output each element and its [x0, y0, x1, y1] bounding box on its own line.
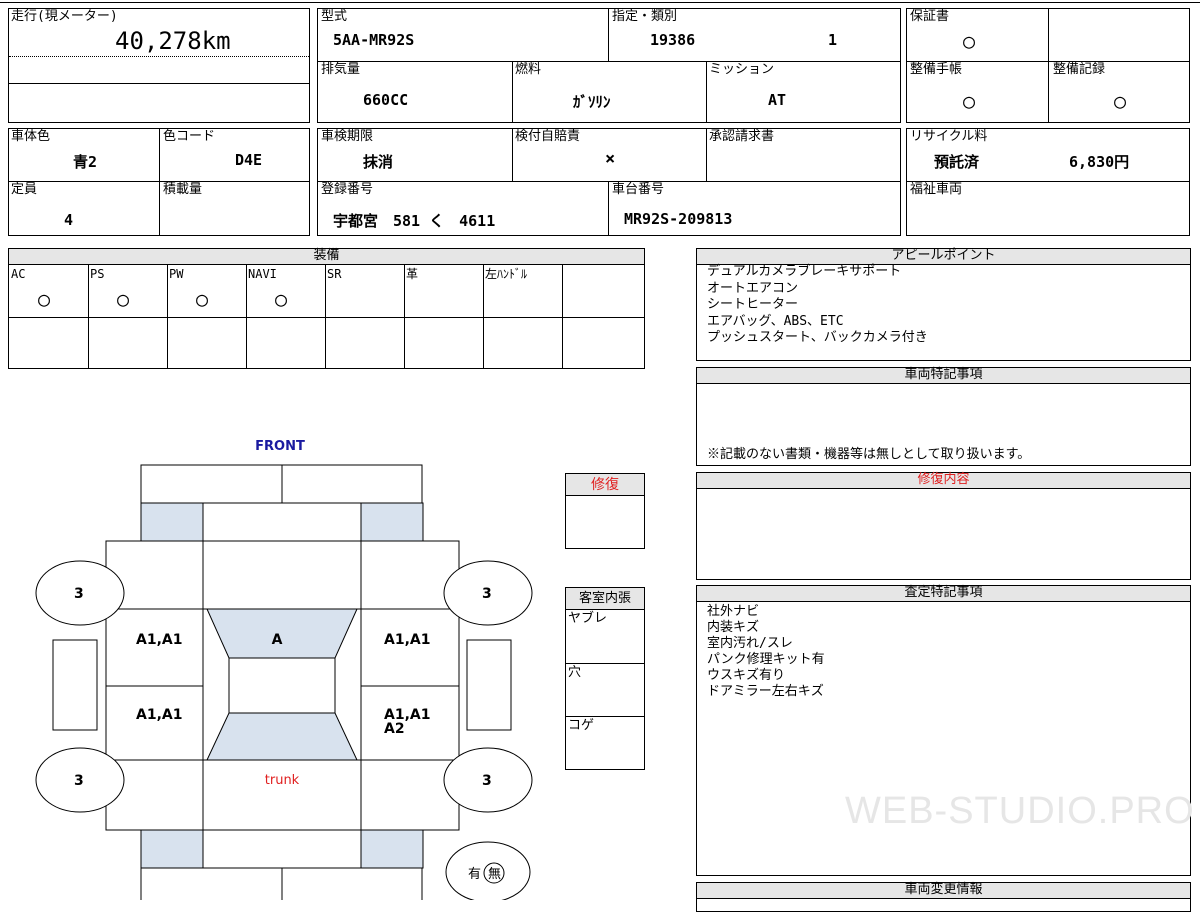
appeal-title: アピールポイント — [697, 249, 1190, 265]
chassis-value: MR92S-209813 — [624, 210, 733, 228]
change-info-title: 車両変更情報 — [697, 883, 1190, 899]
front-left-corner — [140, 502, 204, 542]
rear-right-door-grade-2: A2 — [384, 721, 405, 737]
maintenance-book-value: ○ — [963, 89, 976, 113]
transmission-label: ミッション — [709, 62, 775, 77]
car-diagram: FRONT 3 3 3 3 A1,A1 A A1,A1 A1,A1 A1,A1 … — [35, 439, 533, 900]
trunk-bottom — [202, 829, 362, 869]
interior-tear: ヤブレ — [568, 611, 608, 626]
spare-yes: 有 — [468, 867, 481, 882]
interior-burn: コゲ — [568, 718, 595, 733]
vehicle-notes-title: 車両特記事項 — [697, 368, 1190, 384]
front-label: FRONT — [255, 439, 305, 454]
tire-front-left-grade: 3 — [74, 586, 84, 602]
interior-title: 客室内張 — [566, 588, 644, 610]
warranty-value: ○ — [963, 29, 976, 53]
recycle-amount: 6,830円 — [1069, 153, 1130, 171]
repair-title: 修復 — [566, 474, 644, 496]
rear-right-corner — [360, 829, 424, 869]
roof — [228, 657, 336, 714]
hood-top — [202, 502, 362, 542]
recycle-status: 預託済 — [934, 153, 980, 171]
trunk-label: trunk — [265, 773, 300, 788]
vehicle-notes-panel: 車両特記事項 ※記載のない書類・機器等は無しとして取り扱います。 — [696, 367, 1191, 466]
right-mirror — [466, 639, 512, 731]
vehicle-notes-footer: ※記載のない書類・機器等は無しとして取り扱います。 — [707, 447, 1031, 462]
tire-front-right-grade: 3 — [482, 586, 492, 602]
insurance-value: × — [605, 149, 616, 169]
interior-box: 客室内張 ヤブレ 穴 コゲ — [565, 587, 645, 770]
repair-box: 修復 — [565, 473, 645, 549]
front-right-corner — [360, 502, 424, 542]
assessment-text: 社外ナビ 内装キズ 室内汚れ/スレ パンク修理キット有 ウスキズ有り ドアミラー… — [707, 604, 825, 699]
recycle-block: リサイクル料 預託済 6,830円 福祉車両 — [906, 128, 1190, 236]
maintenance-book-label: 整備手帳 — [910, 62, 963, 77]
appeal-text: デュアルカメラブレーキサポート オートエアコン シートヒーター エアバッグ、AB… — [707, 264, 928, 345]
change-info-panel: 車両変更情報 — [696, 882, 1191, 912]
left-mirror — [52, 639, 98, 731]
repair-details-panel: 修復内容 — [696, 472, 1191, 580]
repair-details-title: 修復内容 — [697, 473, 1190, 489]
designation-value: 19386 — [650, 31, 696, 49]
rear-window — [206, 712, 358, 761]
tire-rear-right-grade: 3 — [482, 773, 492, 789]
spare-no: 無 — [488, 867, 501, 882]
warranty-label: 保証書 — [910, 9, 950, 24]
rear-left-door-grade: A1,A1 — [136, 707, 182, 723]
maintenance-record-value: ○ — [1114, 89, 1127, 113]
appeal-panel: アピールポイント デュアルカメラブレーキサポート オートエアコン シートヒーター… — [696, 248, 1191, 361]
assessment-title: 査定特記事項 — [697, 586, 1190, 602]
front-right-door-grade: A1,A1 — [384, 632, 430, 648]
watermark: WEB-STUDIO.PRO — [845, 790, 1195, 832]
welfare-label: 福祉車両 — [910, 182, 963, 197]
interior-hole: 穴 — [568, 665, 582, 680]
chassis-label: 車台番号 — [612, 182, 665, 197]
front-left-door-grade: A1,A1 — [136, 632, 182, 648]
approval-request-label: 承認請求書 — [709, 129, 775, 144]
recycle-label: リサイクル料 — [910, 129, 988, 144]
maintenance-record-label: 整備記録 — [1053, 62, 1106, 77]
designation-label: 指定・類別 — [612, 9, 678, 24]
docs-block: 保証書 ○ 整備手帳 ○ 整備記録 ○ — [906, 8, 1190, 123]
fuel-value: ｶﾞｿﾘﾝ — [573, 93, 611, 111]
rear-left-corner — [140, 829, 204, 869]
roof-grade: A — [272, 632, 283, 648]
designation-class: 1 — [828, 31, 838, 49]
transmission-value: AT — [768, 91, 787, 109]
tire-rear-left-grade: 3 — [74, 773, 84, 789]
